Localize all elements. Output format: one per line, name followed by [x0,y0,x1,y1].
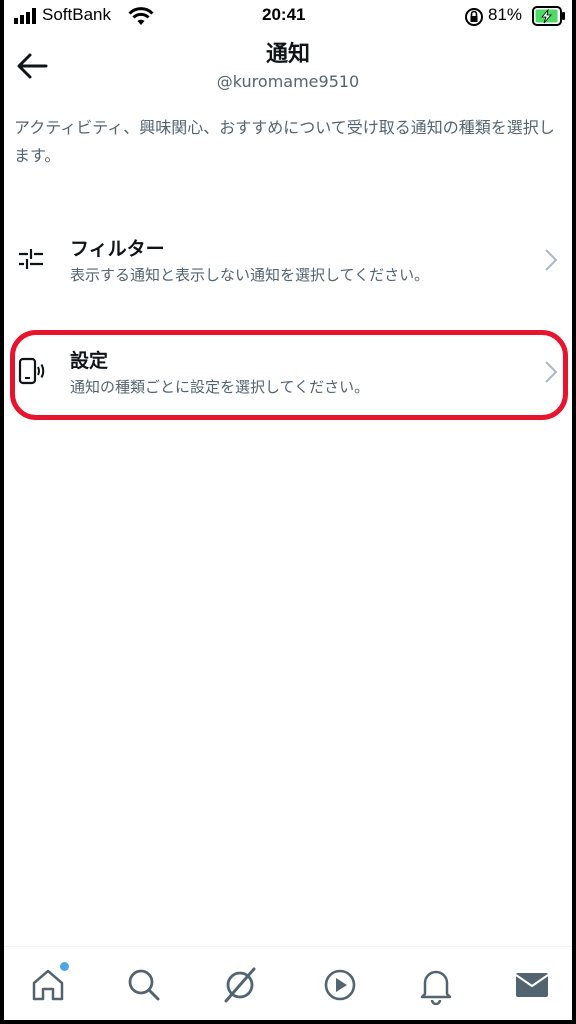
status-bar: SoftBank 20:41 81% [4,0,572,34]
account-handle: @kuromame9510 [216,72,360,91]
screen: SoftBank 20:41 81% 通知 @kuromame9510 アクティ… [4,0,572,1020]
bottom-navigation [4,946,572,1020]
search-icon [128,969,160,1001]
orientation-lock-icon [465,8,483,26]
menu-item-filter[interactable]: フィルター 表示する通知と表示しない通知を選択してください。 [4,222,572,302]
home-icon [32,969,64,1001]
menu-item-title: フィルター [70,238,165,260]
menu-item-description: 表示する通知と表示しない通知を選択してください。 [70,266,430,284]
page-description: アクティビティ、興味関心、おすすめについて受け取る通知の種類を選択します。 [14,118,555,165]
spaces-icon [224,967,256,1003]
page-title: 通知 [265,42,310,67]
chevron-right-icon [545,249,558,271]
nav-messages-button[interactable] [512,965,552,1005]
video-play-icon [324,969,356,1001]
bell-icon [420,970,452,1006]
battery-percent: 81% [488,5,523,24]
signal-bars-icon [14,8,36,24]
nav-video-button[interactable] [320,965,360,1005]
sliders-icon [19,249,43,269]
mail-icon [515,973,549,997]
carrier-name: SoftBank [42,5,111,24]
highlight-annotation [10,330,568,420]
battery-charging-icon [532,6,565,26]
notification-dot-badge [60,962,69,971]
wifi-icon [128,7,154,25]
nav-home-button[interactable] [28,965,68,1005]
clock: 20:41 [262,5,306,24]
nav-notifications-button[interactable] [416,965,456,1006]
nav-spaces-button[interactable] [220,965,260,1005]
nav-search-button[interactable] [124,965,164,1005]
